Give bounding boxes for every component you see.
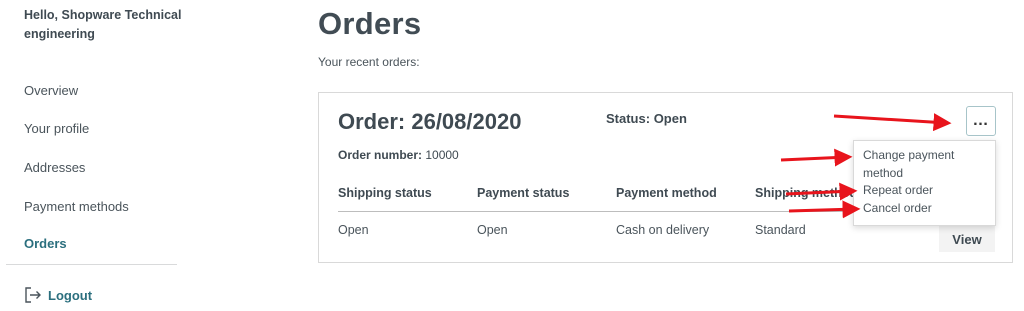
order-heading: Order: 26/08/2020 (338, 109, 522, 134)
order-status-label: Status: (606, 111, 651, 126)
page-title: Orders (318, 6, 422, 41)
order-table-header: Shipping status Payment status Payment m… (338, 186, 858, 212)
cancel-order-item[interactable]: Cancel order (863, 200, 987, 218)
repeat-order-item[interactable]: Repeat order (863, 182, 987, 200)
column-header-payment-method: Payment method (616, 186, 717, 200)
page-subtitle: Your recent orders: (318, 55, 420, 69)
sidebar-item-profile[interactable]: Your profile (24, 121, 89, 136)
column-header-shipping-status: Shipping status (338, 186, 432, 200)
order-actions-menu-button[interactable]: … (966, 106, 996, 136)
order-number-label: Order number: (338, 148, 423, 162)
order-number-value: 10000 (425, 148, 459, 162)
account-greeting: Hello, Shopware Technical engineering (24, 8, 182, 41)
table-row: Open Open Cash on delivery Standard (338, 223, 858, 243)
change-payment-method-item[interactable]: Change payment method (863, 147, 987, 182)
order-number: Order number: 10000 (338, 148, 459, 162)
logout-link[interactable]: Logout (24, 286, 92, 304)
order-status-value: Open (653, 111, 687, 126)
column-header-shipping-method: Shipping method (755, 186, 858, 200)
logout-label: Logout (48, 287, 93, 303)
sidebar-item-overview[interactable]: Overview (24, 83, 78, 98)
cell-shipping-method: Standard (755, 223, 806, 237)
more-dots-icon: … (972, 112, 990, 129)
account-sidebar: Hello, Shopware Technical engineering Ov… (0, 0, 185, 311)
sidebar-divider (6, 264, 177, 265)
sidebar-item-orders[interactable]: Orders (24, 236, 67, 251)
cell-payment-method: Cash on delivery (616, 223, 710, 237)
column-header-payment-status: Payment status (477, 186, 570, 200)
order-status: Status: Open (606, 111, 687, 126)
logout-icon (24, 286, 42, 304)
cell-payment-status: Open (477, 223, 508, 237)
view-order-button[interactable]: View (939, 226, 995, 252)
sidebar-item-addresses[interactable]: Addresses (24, 160, 85, 175)
sidebar-item-payment-methods[interactable]: Payment methods (24, 199, 129, 214)
cell-shipping-status: Open (338, 223, 369, 237)
order-actions-dropdown: Change payment method Repeat order Cance… (853, 140, 996, 226)
